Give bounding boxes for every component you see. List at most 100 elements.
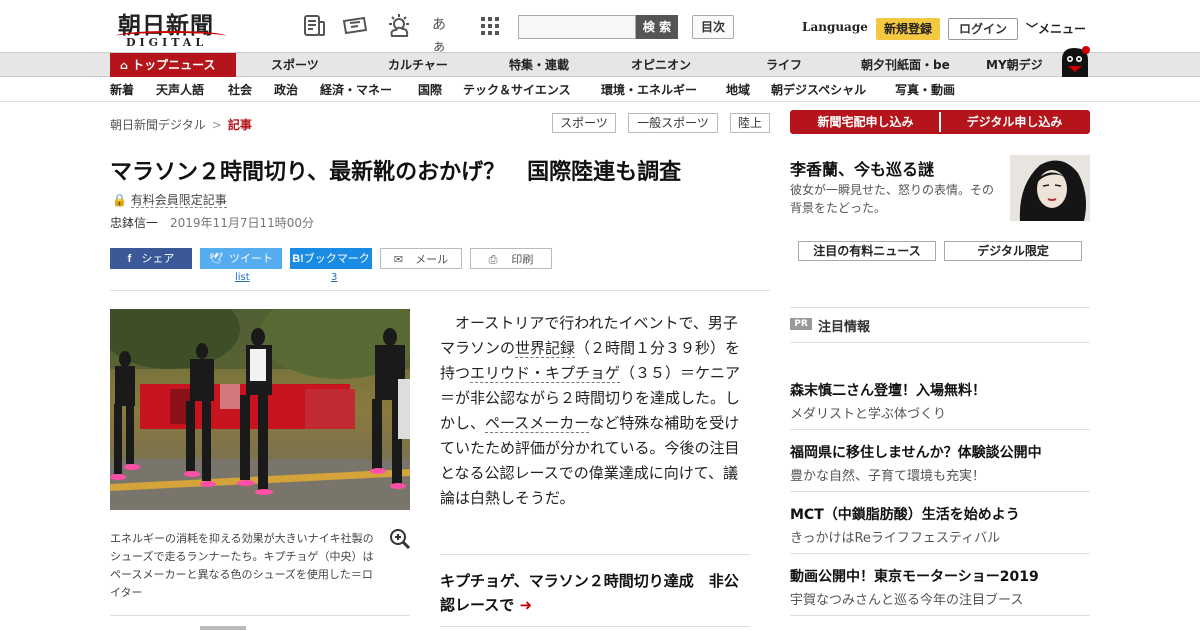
mail-icon: ✉ bbox=[393, 253, 404, 266]
nav-opinion[interactable]: オピニオン bbox=[631, 53, 691, 77]
menu-label: メニュー bbox=[1038, 22, 1087, 36]
nav2-special[interactable]: 朝デジスペシャル bbox=[771, 81, 866, 98]
search-input[interactable] bbox=[518, 15, 636, 39]
pr-badge: PR bbox=[790, 318, 812, 330]
divider bbox=[790, 429, 1090, 430]
mail-share-button[interactable]: ✉ メール bbox=[380, 248, 462, 269]
nav2-politics[interactable]: 政治 bbox=[274, 81, 298, 98]
nav-top-news[interactable]: ⌂ トップニュース bbox=[110, 53, 236, 77]
pr-item-desc: メダリストと学ぶ体づくり bbox=[790, 407, 947, 422]
pr-item-title[interactable]: 森末慎二さん登壇！入場無料！ bbox=[790, 380, 986, 400]
register-button[interactable]: 新規登録 bbox=[876, 18, 940, 40]
language-link[interactable]: Language bbox=[802, 20, 868, 34]
paid-news-button[interactable]: 注目の有料ニュース bbox=[798, 241, 936, 261]
nav2-international[interactable]: 国際 bbox=[418, 81, 442, 98]
article-title: マラソン２時間切り、最新靴のおかげ？ 国際陸連も調査 bbox=[110, 160, 682, 185]
byline: 忠鉢信一 2019年11月7日11時00分 bbox=[110, 214, 314, 231]
divider bbox=[790, 553, 1090, 554]
twitter-share-button[interactable]: 🕊 ツイート bbox=[200, 248, 282, 269]
divider bbox=[110, 290, 770, 291]
zoom-icon[interactable] bbox=[389, 528, 411, 550]
ticket-icon[interactable] bbox=[342, 14, 368, 38]
font-size-icon[interactable]: あぁ bbox=[432, 14, 458, 55]
divider bbox=[790, 307, 1090, 308]
pr-item-desc: きっかけはReライフフェスティバル bbox=[790, 531, 1001, 546]
facebook-share-button[interactable]: f シェア bbox=[110, 248, 192, 269]
paid-member-label[interactable]: 🔒 有料会員限定記事 bbox=[112, 191, 227, 208]
nav2-region[interactable]: 地域 bbox=[726, 81, 750, 98]
facebook-icon: f bbox=[127, 253, 132, 265]
nav-features[interactable]: 特集・連載 bbox=[509, 53, 569, 77]
pr-item-title[interactable]: MCT（中鎖脂肪酸）生活を始めよう bbox=[790, 504, 1020, 524]
hatena-icon: B! bbox=[292, 253, 304, 265]
grid-menu-icon[interactable] bbox=[478, 14, 504, 38]
pr-item-title[interactable]: 福岡県に移住しませんか？体験談公開中 bbox=[790, 442, 1042, 462]
chevron-down-icon: ﹀ bbox=[1026, 22, 1039, 36]
link-pacemaker[interactable]: ペースメーカー bbox=[485, 414, 590, 433]
divider bbox=[790, 615, 1090, 616]
nav-life[interactable]: ライフ bbox=[766, 53, 802, 77]
tag-sports[interactable]: スポーツ bbox=[552, 113, 616, 133]
print-label: 印刷 bbox=[511, 253, 534, 266]
hatena-bookmark-button[interactable]: B!ブックマーク bbox=[290, 248, 372, 269]
nav2-tensei[interactable]: 天声人語 bbox=[156, 81, 204, 98]
mail-share-label: メール bbox=[415, 253, 449, 266]
home-icon: ⌂ bbox=[120, 59, 128, 72]
nav-top-news-label: トップニュース bbox=[132, 58, 216, 72]
breadcrumb: 朝日新聞デジタル > 記事 bbox=[110, 116, 252, 133]
author-name: 忠鉢信一 bbox=[110, 216, 159, 230]
hatena-count[interactable]: 3 bbox=[331, 272, 337, 283]
pr-heading: 注目情報 bbox=[818, 320, 871, 335]
photo-caption: エネルギーの消耗を抑える効果が大きいナイキ社製のシューズで走るランナーたち。キプ… bbox=[110, 532, 374, 599]
nav-my-asadigi[interactable]: MY朝デジ bbox=[986, 53, 1043, 77]
nav2-latest[interactable]: 新着 bbox=[110, 81, 134, 98]
divider bbox=[790, 342, 1090, 343]
thumbnail[interactable] bbox=[200, 626, 246, 630]
breadcrumb-current: 記事 bbox=[227, 118, 252, 132]
nav2-environment[interactable]: 環境・エネルギー bbox=[601, 81, 697, 98]
pr-item-desc: 宇賀なつみさんと巡る今年の注目ブース bbox=[790, 593, 1024, 608]
subscribe-digital-button[interactable]: デジタル申し込み bbox=[941, 112, 1088, 132]
subscribe-paper-button[interactable]: 新聞宅配申し込み bbox=[792, 112, 939, 132]
print-icon: ⎙ bbox=[488, 253, 498, 266]
nav2-tech-science[interactable]: テック＆サイエンス bbox=[463, 81, 571, 98]
pr-item-desc: 豊かな自然、子育て環境も充実！ bbox=[790, 469, 986, 484]
facebook-share-label: シェア bbox=[141, 252, 175, 265]
divider bbox=[110, 615, 410, 616]
weather-icon[interactable] bbox=[386, 14, 412, 38]
hatena-bookmark-label: ブックマーク bbox=[303, 252, 370, 265]
newspaper-icon[interactable] bbox=[302, 14, 328, 38]
logo-sub: DIGITAL bbox=[126, 36, 208, 49]
tag-athletics[interactable]: 陸上 bbox=[730, 113, 770, 133]
login-button[interactable]: ログイン bbox=[948, 18, 1018, 40]
related-article-link[interactable]: キプチョゲ、マラソン２時間切り達成 非公認レースで ➜ bbox=[440, 569, 740, 617]
print-button[interactable]: ⎙ 印刷 bbox=[470, 248, 552, 269]
twitter-icon: 🕊 bbox=[209, 252, 223, 265]
nav-paper[interactable]: 朝夕刊紙面・be bbox=[861, 53, 950, 77]
nav2-photo-video[interactable]: 写真・動画 bbox=[895, 81, 955, 98]
nav2-society[interactable]: 社会 bbox=[228, 81, 252, 98]
menu-button[interactable]: ﹀メニュー bbox=[1026, 20, 1086, 37]
nav-culture[interactable]: カルチャー bbox=[388, 53, 448, 77]
feature-description: 彼女が一瞬見せた、怒りの表情。その背景をたどった。 bbox=[790, 183, 995, 215]
breadcrumb-root[interactable]: 朝日新聞デジタル bbox=[110, 118, 206, 132]
tag-general-sports[interactable]: 一般スポーツ bbox=[628, 113, 718, 133]
primary-nav: ⌂ トップニュース スポーツ カルチャー 特集・連載 オピニオン ライフ 朝夕刊… bbox=[0, 52, 1200, 77]
nav-sports[interactable]: スポーツ bbox=[271, 53, 319, 77]
article-lead: オーストリアで行われたイベントで、男子マラソンの世界記録（２時間１分３９秒）を持… bbox=[440, 311, 752, 511]
digital-only-button[interactable]: デジタル限定 bbox=[944, 241, 1082, 261]
link-kipchoge[interactable]: エリウド・キプチョゲ bbox=[470, 364, 621, 383]
divider bbox=[440, 554, 750, 555]
feature-image[interactable] bbox=[1010, 155, 1090, 221]
search-button[interactable]: 検 索 bbox=[636, 15, 678, 39]
toc-button[interactable]: 目次 bbox=[692, 15, 734, 39]
mascot-icon[interactable] bbox=[1058, 44, 1092, 78]
nav2-economy[interactable]: 経済・マネー bbox=[320, 81, 392, 98]
article-photo[interactable] bbox=[110, 309, 410, 510]
twitter-count-link[interactable]: list bbox=[235, 272, 250, 283]
pr-item-title[interactable]: 動画公開中！東京モーターショー2019 bbox=[790, 566, 1039, 586]
link-world-record[interactable]: 世界記録 bbox=[515, 339, 576, 358]
site-logo[interactable]: 朝日新聞 DIGITAL bbox=[110, 6, 230, 49]
feature-title[interactable]: 李香蘭、今も巡る謎 bbox=[790, 156, 934, 180]
breadcrumb-separator: > bbox=[211, 118, 222, 132]
